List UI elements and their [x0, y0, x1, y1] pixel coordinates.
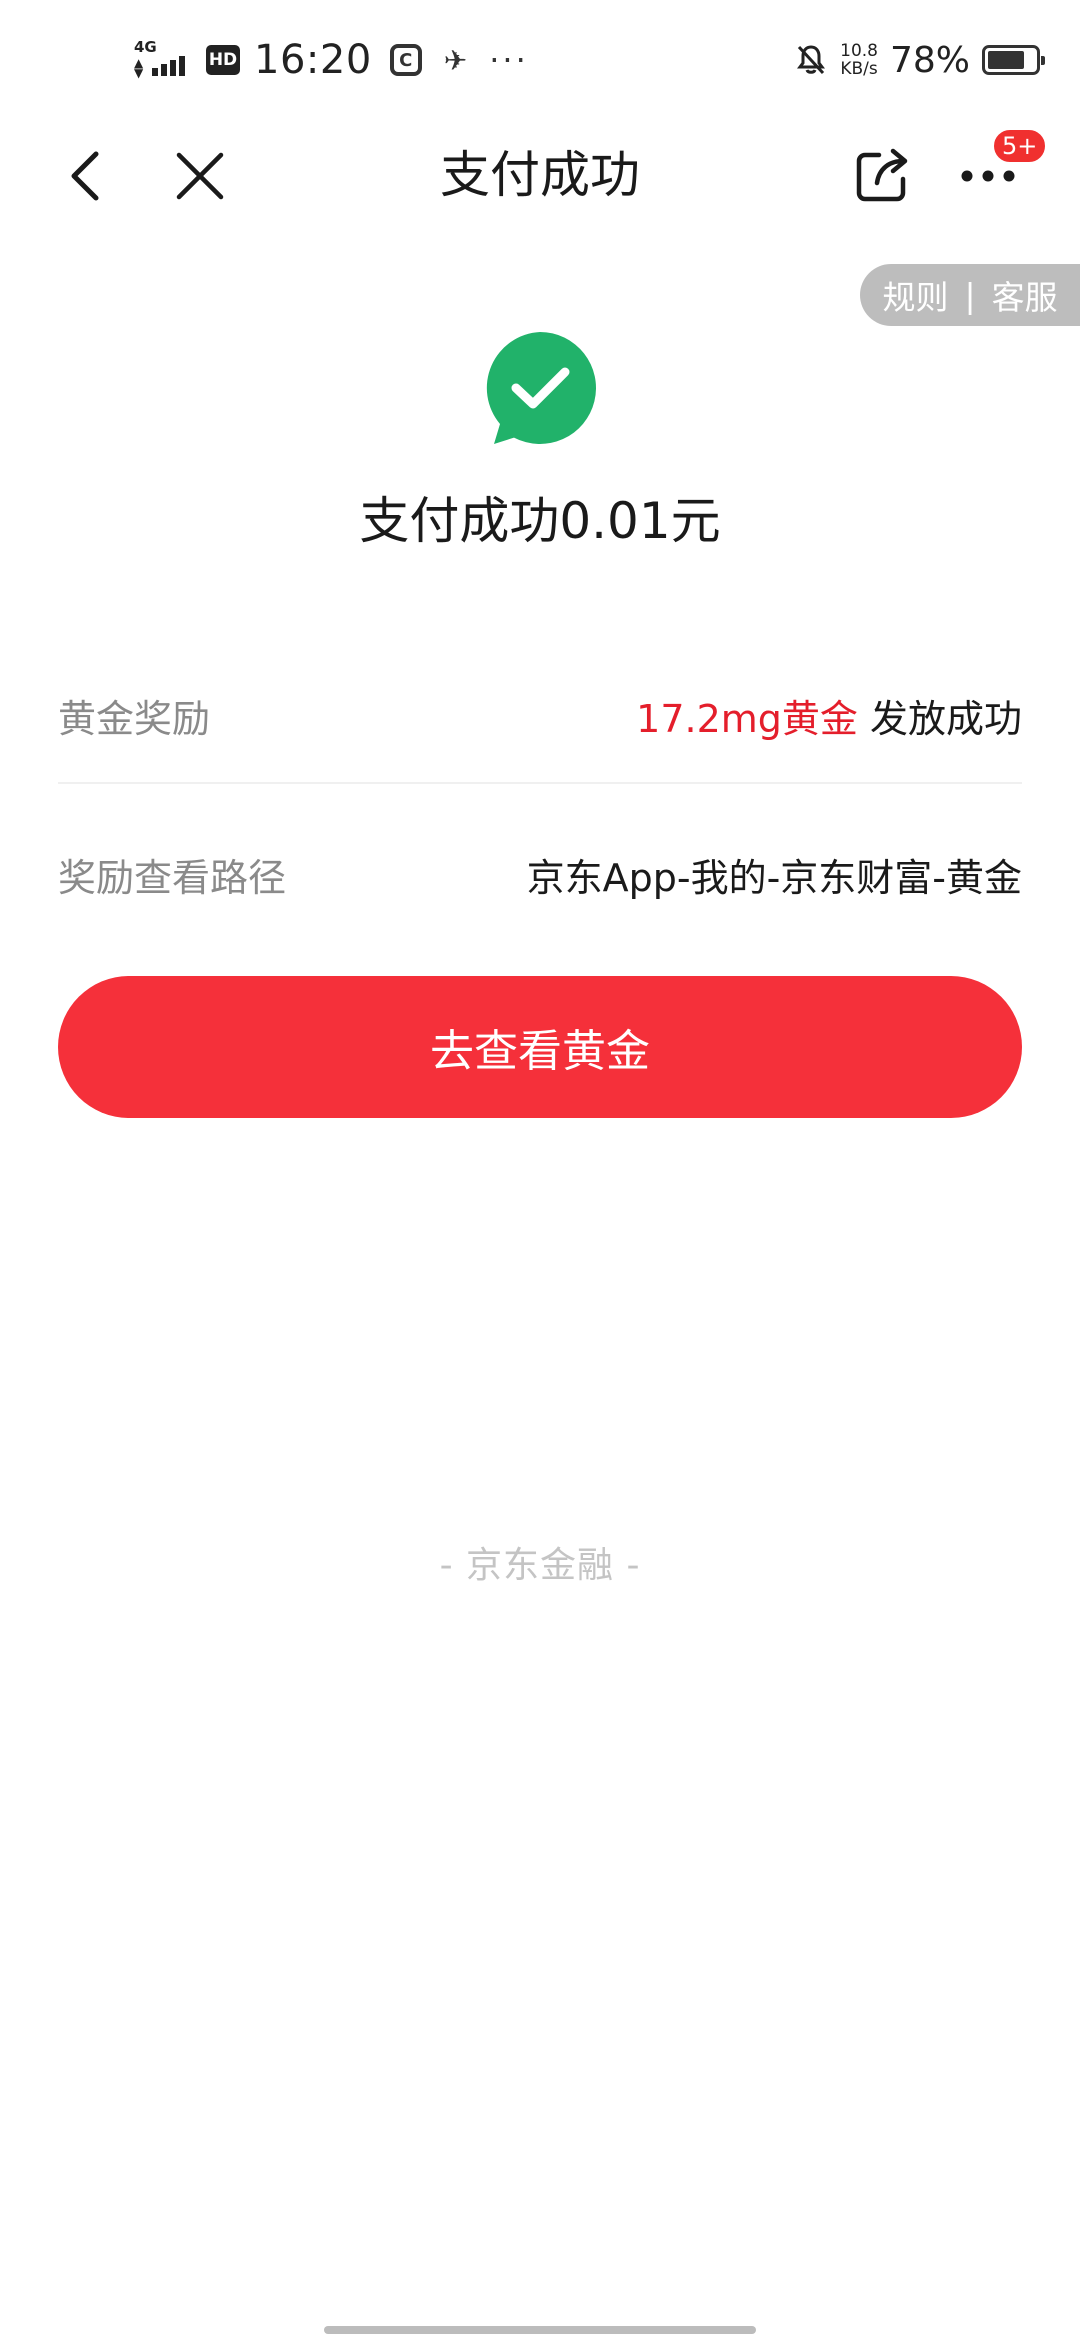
battery-percent: 78% [889, 39, 970, 81]
status-bar-left: 4G ▲ ▼ HD 16:20 C ✈ ··· [134, 30, 529, 90]
more-notifications-icon: ··· [489, 41, 529, 79]
gold-reward-value: 17.2mg黄金 发放成功 [636, 688, 1022, 743]
gold-reward-status: 发放成功 [857, 696, 1022, 741]
rules-link[interactable]: 规则 [882, 271, 948, 319]
success-check-icon [486, 332, 596, 444]
network-type: 4G [134, 38, 157, 56]
footer-brand: - 京东金融 - [439, 1545, 641, 1586]
reward-path-value: 京东App-我的-京东财富-黄金 [526, 855, 1022, 900]
app-notification-icon: C [389, 44, 422, 76]
pill-separator: | [964, 275, 976, 315]
speed-value: 10.8 [840, 41, 878, 61]
more-dots-icon [961, 170, 1015, 182]
navigation-bar: 支付成功 5+ [0, 120, 1080, 230]
speed-unit: KB/s [840, 59, 878, 79]
hd-icon: HD [206, 45, 240, 75]
data-arrows-icon: ▲ ▼ [134, 56, 144, 80]
gold-reward-amount: 17.2mg黄金 [636, 696, 858, 741]
battery-fill [988, 51, 1024, 69]
bird-notification-icon: ✈ [443, 43, 468, 77]
reward-path-label: 奖励查看路径 [58, 855, 287, 900]
payment-success-page: 4G ▲ ▼ HD 16:20 C ✈ ··· 10.8 KB/s 78% 支付… [0, 0, 1080, 2340]
clock: 16:20 [254, 37, 372, 83]
status-bar-right: 10.8 KB/s 78% [794, 30, 1045, 90]
view-gold-button[interactable]: 去查看黄金 [58, 976, 1022, 1118]
gold-reward-row: 黄金奖励 17.2mg黄金 发放成功 [58, 648, 1022, 784]
rules-service-pill: 规则 | 客服 [860, 264, 1080, 326]
reward-path-row: 奖励查看路径 京东App-我的-京东财富-黄金 [58, 814, 1022, 934]
battery-icon [982, 45, 1045, 75]
share-button[interactable] [850, 144, 914, 208]
notification-badge: 5+ [992, 128, 1048, 164]
cellular-signal-icon: 4G ▲ ▼ [134, 38, 196, 80]
signal-bars [152, 56, 185, 76]
status-bar: 4G ▲ ▼ HD 16:20 C ✈ ··· 10.8 KB/s 78% [0, 0, 1080, 120]
gold-reward-label: 黄金奖励 [58, 696, 211, 741]
customer-service-link[interactable]: 客服 [992, 271, 1058, 319]
mute-bell-icon [797, 45, 826, 75]
share-icon [856, 148, 908, 202]
home-indicator[interactable] [324, 2326, 756, 2334]
network-speed: 10.8 KB/s [840, 42, 878, 78]
page-title: 支付成功 [440, 146, 640, 204]
payment-success-message: 支付成功0.01元 [359, 492, 721, 550]
